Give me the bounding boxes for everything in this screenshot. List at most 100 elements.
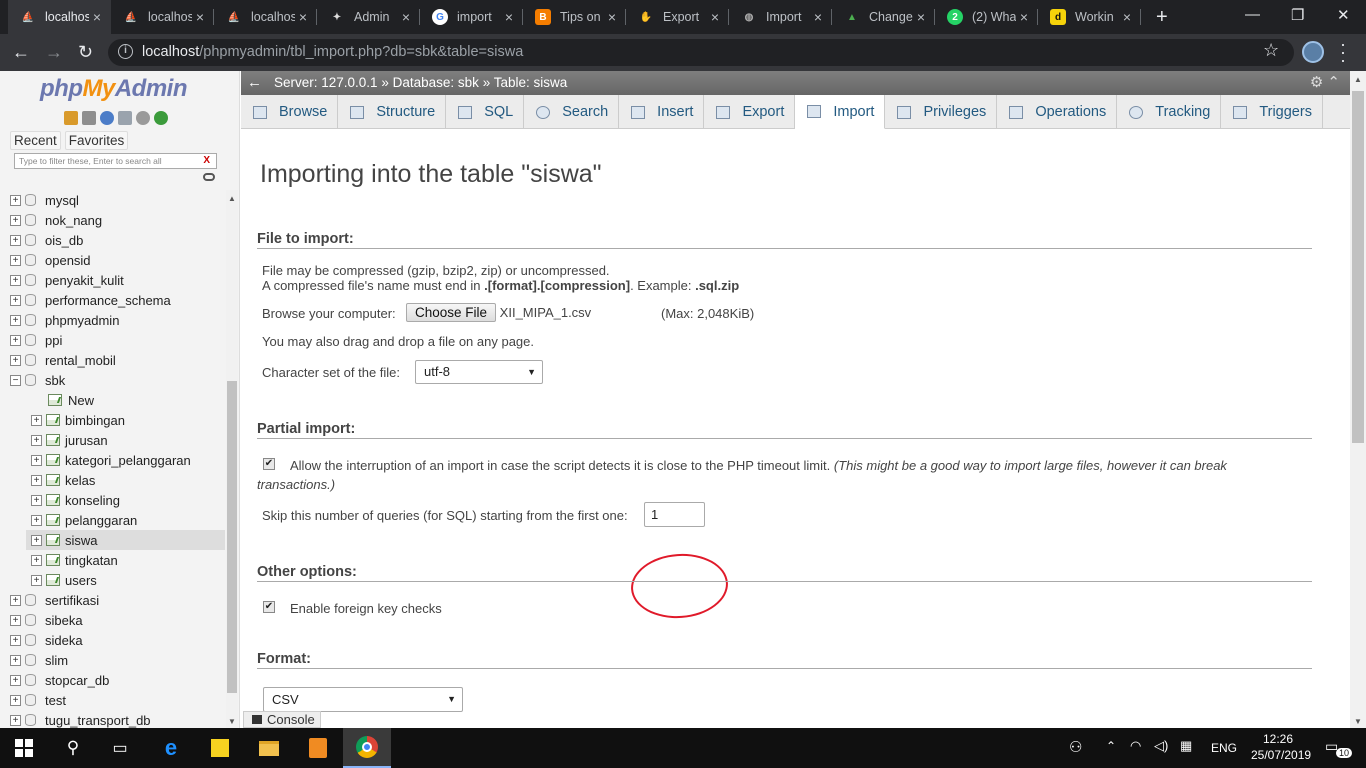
profile-avatar[interactable]	[1302, 41, 1324, 63]
edge-icon[interactable]: e	[159, 735, 183, 760]
wifi-icon[interactable]: ◠	[1130, 738, 1141, 754]
db-item-performance-schema[interactable]: + performance_schema	[0, 290, 225, 310]
foreign-key-checkbox[interactable]: ✔	[263, 601, 275, 613]
expand-icon[interactable]: +	[10, 634, 21, 646]
expand-icon[interactable]: +	[10, 594, 21, 606]
task-view-icon[interactable]: ▭	[108, 736, 132, 760]
close-tab-icon[interactable]: ×	[711, 9, 719, 25]
clock-time[interactable]: 12:26	[1263, 732, 1293, 746]
tab-localhost-3[interactable]: ⛵localhost×	[214, 0, 317, 34]
tab-privileges[interactable]: Privileges	[885, 95, 998, 129]
table-item-jurusan[interactable]: + jurusan	[0, 430, 225, 450]
nav-scrollbar[interactable]: ▲ ▼	[226, 190, 238, 728]
expand-icon[interactable]: +	[31, 574, 42, 586]
close-tab-icon[interactable]: ×	[93, 9, 101, 25]
close-tab-icon[interactable]: ×	[608, 9, 616, 25]
file-explorer-icon[interactable]	[257, 736, 281, 760]
tab-triggers[interactable]: Triggers	[1221, 95, 1323, 129]
db-item-stopcar-db[interactable]: + stopcar_db	[0, 670, 225, 690]
sublime-text-icon[interactable]	[306, 736, 330, 760]
sticky-notes-icon[interactable]	[208, 736, 232, 760]
url-field[interactable]: localhost/phpmyadmin/tbl_import.php?db=s…	[108, 39, 1294, 66]
expand-icon[interactable]: +	[10, 274, 21, 286]
tab-structure[interactable]: Structure	[338, 95, 447, 129]
people-icon[interactable]: ⚇	[1069, 738, 1082, 756]
close-tab-icon[interactable]: ×	[1020, 9, 1028, 25]
table-item-users[interactable]: + users	[0, 570, 225, 590]
table-item-kategori-pelanggaran[interactable]: + kategori_pelanggaran	[0, 450, 225, 470]
tab-insert[interactable]: Insert	[619, 95, 705, 129]
tab-export[interactable]: ✋ Export ×	[626, 0, 729, 34]
db-item-rental-mobil[interactable]: + rental_mobil	[0, 350, 225, 370]
expand-icon[interactable]: +	[31, 534, 42, 546]
db-item-sbk[interactable]: − sbk	[0, 370, 225, 390]
expand-icon[interactable]: +	[31, 454, 42, 466]
tab-browse[interactable]: Browse	[241, 95, 339, 129]
scroll-thumb[interactable]	[227, 381, 237, 693]
page-scrollbar[interactable]: ▲ ▼	[1350, 71, 1366, 728]
breadcrumb-database[interactable]: Database: sbk	[393, 75, 479, 90]
expand-icon[interactable]: +	[31, 434, 42, 446]
db-item-ois-db[interactable]: + ois_db	[0, 230, 225, 250]
tab-import-google[interactable]: Gimport ×	[420, 0, 523, 34]
close-tab-icon[interactable]: ×	[299, 9, 307, 25]
scroll-down-icon[interactable]: ▼	[1354, 717, 1362, 726]
db-item-tugu-transport-db[interactable]: + tugu_transport_db	[0, 710, 225, 728]
expand-icon[interactable]: +	[31, 554, 42, 566]
tab-tips[interactable]: B Tips on ×	[523, 0, 626, 34]
site-info-icon[interactable]: i	[118, 44, 133, 59]
clear-filter-icon[interactable]: X	[203, 154, 210, 168]
expand-icon[interactable]: +	[10, 614, 21, 626]
expand-icon[interactable]: +	[10, 214, 21, 226]
volume-icon[interactable]: ◁)	[1154, 738, 1168, 754]
db-item-mysql[interactable]: + mysql	[0, 190, 225, 210]
table-new-item[interactable]: New	[0, 390, 225, 410]
table-item-siswa[interactable]: + siswa	[26, 530, 225, 550]
tab-localhost-2[interactable]: ⛵localhost×	[111, 0, 214, 34]
show-hidden-icons[interactable]: ⌃	[1106, 739, 1116, 753]
keyboard-icon[interactable]: ▦	[1180, 738, 1192, 754]
collapse-icon[interactable]: −	[10, 374, 21, 386]
close-tab-icon[interactable]: ×	[402, 9, 410, 25]
tab-localhost-1[interactable]: ⛵localhost×	[8, 0, 111, 34]
scroll-down-icon[interactable]: ▼	[228, 717, 236, 726]
settings-gear-icon[interactable]	[136, 111, 150, 125]
logout-icon[interactable]	[82, 111, 96, 125]
chrome-taskbar-icon[interactable]	[343, 728, 391, 768]
db-item-penyakit-kulit[interactable]: + penyakit_kulit	[0, 270, 225, 290]
expand-icon[interactable]: +	[10, 714, 21, 726]
tab-sql[interactable]: SQL	[446, 95, 525, 129]
db-item-nok-nang[interactable]: + nok_nang	[0, 210, 225, 230]
windows-start-icon[interactable]	[12, 736, 36, 760]
expand-icon[interactable]: +	[10, 674, 21, 686]
tab-operations[interactable]: Operations	[997, 95, 1118, 129]
close-tab-icon[interactable]: ×	[505, 9, 513, 25]
help-icon[interactable]	[100, 111, 114, 125]
scroll-thumb[interactable]	[1352, 91, 1364, 443]
browser-menu-icon[interactable]: · · ·	[1340, 35, 1346, 69]
table-item-pelanggaran[interactable]: + pelanggaran	[0, 510, 225, 530]
db-item-opensid[interactable]: + opensid	[0, 250, 225, 270]
expand-icon[interactable]: +	[31, 514, 42, 526]
tab-import-2[interactable]: ◍ Import ×	[729, 0, 832, 34]
search-icon[interactable]: ⚲	[61, 736, 85, 760]
skip-queries-input[interactable]: 1	[644, 502, 705, 527]
link-icon[interactable]	[203, 173, 215, 181]
minimize-icon[interactable]: —	[1245, 6, 1260, 23]
close-tab-icon[interactable]: ×	[1123, 9, 1131, 25]
close-tab-icon[interactable]: ×	[814, 9, 822, 25]
expand-icon[interactable]: +	[10, 194, 21, 206]
db-item-phpmyadmin[interactable]: + phpmyadmin	[0, 310, 225, 330]
expand-icon[interactable]: +	[10, 654, 21, 666]
recent-tab[interactable]: Recent	[10, 131, 61, 150]
new-tab-button[interactable]: +	[1156, 6, 1168, 29]
clock-date[interactable]: 25/07/2019	[1251, 748, 1311, 762]
scroll-up-icon[interactable]: ▲	[228, 194, 236, 203]
close-tab-icon[interactable]: ×	[917, 9, 925, 25]
expand-icon[interactable]: +	[31, 474, 42, 486]
maximize-icon[interactable]: ❐	[1291, 6, 1304, 24]
db-item-test[interactable]: + test	[0, 690, 225, 710]
language-indicator[interactable]: ENG	[1211, 741, 1237, 755]
breadcrumb-server[interactable]: Server: 127.0.0.1	[274, 75, 378, 90]
format-select[interactable]: CSV ▼	[263, 687, 463, 712]
